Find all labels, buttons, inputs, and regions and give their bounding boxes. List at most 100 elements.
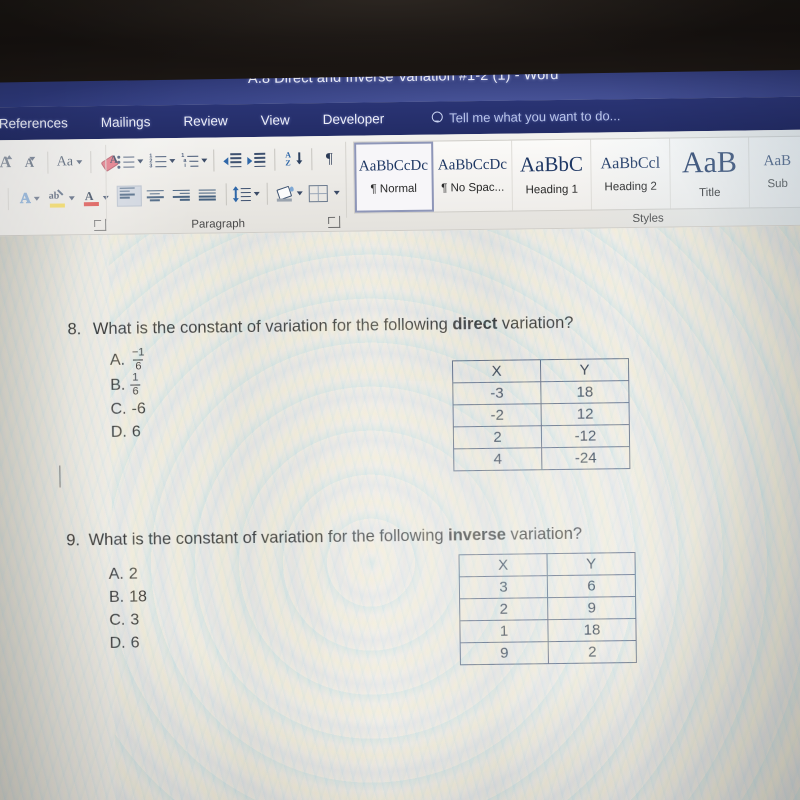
group-label-styles: Styles [632, 212, 664, 226]
question-9-text: 9. What is the constant of variation for… [66, 525, 582, 551]
option-value: 2 [128, 565, 138, 583]
option-value: 6 [130, 634, 140, 652]
table-cell: 1 [459, 619, 549, 643]
bullets-icon[interactable] [117, 154, 144, 169]
table-row: 4 -24 [453, 446, 630, 471]
group-label-paragraph: Paragraph [191, 218, 246, 231]
question-9-text-before: What is the constant of variation for th… [88, 526, 449, 550]
font-color-icon[interactable]: A [79, 189, 113, 206]
font-dialog-launcher[interactable] [94, 218, 107, 232]
decrease-indent-icon[interactable] [220, 153, 244, 168]
table-cell: 9 [460, 641, 549, 665]
grow-font-icon[interactable]: A [0, 154, 17, 172]
table-row: -2 12 [453, 402, 630, 427]
style-subtitle[interactable]: AaB Sub [749, 137, 800, 208]
align-right-icon[interactable] [168, 188, 194, 202]
align-center-icon[interactable] [142, 189, 168, 202]
option-letter: D. [110, 423, 127, 441]
change-case-icon[interactable]: Aa [54, 154, 84, 170]
style-heading-2[interactable]: AaBbCcl Heading 2 [591, 138, 671, 210]
option-value: 6 [131, 423, 141, 441]
option-letter: C. [110, 400, 127, 418]
paragraph-dialog-launcher[interactable] [328, 215, 341, 228]
question-9-number: 9. [66, 531, 81, 550]
numbering-icon[interactable]: 1 2 3 [149, 153, 176, 169]
divider [213, 149, 215, 172]
question-8-text-after: variation? [497, 313, 574, 333]
table-cell: 12 [541, 402, 630, 426]
shading-icon[interactable] [274, 185, 304, 202]
text-highlight-color-icon[interactable]: ab [45, 188, 79, 208]
document-page[interactable]: 8. What is the constant of variation for… [0, 225, 800, 800]
font-group-row-1: A A Aa A [0, 151, 121, 175]
table-cell: -3 [452, 381, 542, 405]
style-heading-1[interactable]: AaBbC Heading 1 [512, 139, 592, 211]
tab-references[interactable]: References [0, 115, 68, 131]
group-divider [345, 141, 348, 218]
table-cell: 2 [548, 640, 637, 664]
increase-indent-icon[interactable] [244, 152, 268, 168]
option-letter: C. [109, 611, 126, 629]
divider [90, 151, 92, 174]
multilevel-list-icon[interactable]: 1 a i [181, 153, 208, 169]
shrink-font-icon[interactable]: A [17, 155, 41, 171]
tab-view[interactable]: View [261, 112, 290, 127]
table-cell: 3 [459, 575, 548, 599]
option-letter: A. [109, 351, 126, 369]
option-letter: D. [109, 634, 126, 652]
line-spacing-icon[interactable] [233, 187, 261, 202]
numerator: −1 [131, 346, 145, 359]
option-value: 3 [130, 611, 140, 629]
tab-review[interactable]: Review [183, 113, 227, 129]
table-cell: 4 [453, 447, 542, 471]
option-letter: B. [110, 376, 126, 394]
table-header-x: X [452, 359, 541, 383]
fraction: −1 6 [130, 346, 147, 373]
tab-developer[interactable]: Developer [323, 111, 385, 127]
text-effects-icon[interactable]: A [15, 190, 45, 207]
style-preview: AaBbCcl [600, 154, 661, 172]
sort-icon[interactable]: AZ [281, 150, 305, 168]
show-formatting-marks-icon[interactable]: ¶ [318, 150, 340, 167]
question-8-table: X Y -3 18 -2 12 2 -12 4 -24 [452, 358, 630, 471]
table-row: X Y [452, 358, 629, 383]
option-letter: A. [108, 565, 124, 583]
question-8-text-before: What is the constant of variation for th… [92, 315, 453, 339]
moire-pattern [0, 225, 800, 800]
divider [7, 188, 9, 211]
style-label: Title [699, 186, 721, 199]
page-light-bands [0, 225, 800, 800]
style-label: ¶ Normal [370, 182, 418, 196]
justify-icon[interactable] [194, 188, 220, 201]
table-cell: 6 [547, 574, 636, 598]
paragraph-group-row-2 [116, 182, 340, 207]
question-8-text: 8. What is the constant of variation for… [67, 314, 573, 340]
screenshot-root: A.8 Direct and Inverse Variation #1-2 (1… [0, 0, 800, 800]
table-cell: 18 [547, 618, 637, 642]
question-8-number: 8. [67, 320, 82, 339]
question-9-table: X Y 3 6 2 9 1 18 9 2 [459, 552, 637, 665]
option-letter: B. [108, 588, 125, 606]
divider [225, 183, 227, 206]
style-no-spacing[interactable]: AaBbCcDc ¶ No Spac... [433, 140, 514, 212]
tab-mailings[interactable]: Mailings [101, 114, 151, 130]
moire-rings [106, 225, 800, 800]
tell-me-box[interactable]: Tell me what you want to do... [431, 108, 621, 126]
table-cell: 18 [540, 380, 630, 404]
style-normal[interactable]: AaBbCcDc ¶ Normal [354, 141, 435, 213]
fraction: 1 6 [130, 371, 141, 398]
table-row: 9 2 [460, 640, 637, 665]
divider [266, 182, 268, 205]
divider [274, 148, 276, 171]
style-label: Heading 2 [604, 180, 657, 193]
tell-me-label: Tell me what you want to do... [449, 108, 621, 126]
table-row: 2 -12 [453, 424, 630, 449]
borders-icon[interactable] [308, 184, 340, 202]
text-cursor [59, 465, 61, 488]
paragraph-group-row-1: 1 2 3 1 a i A Z ¶ [117, 148, 340, 173]
align-left-icon[interactable] [116, 185, 142, 206]
monitor-bezel [0, 0, 800, 83]
style-label: Sub [767, 177, 788, 191]
style-preview: AaB [681, 145, 738, 179]
style-title[interactable]: AaB Title [670, 137, 750, 209]
